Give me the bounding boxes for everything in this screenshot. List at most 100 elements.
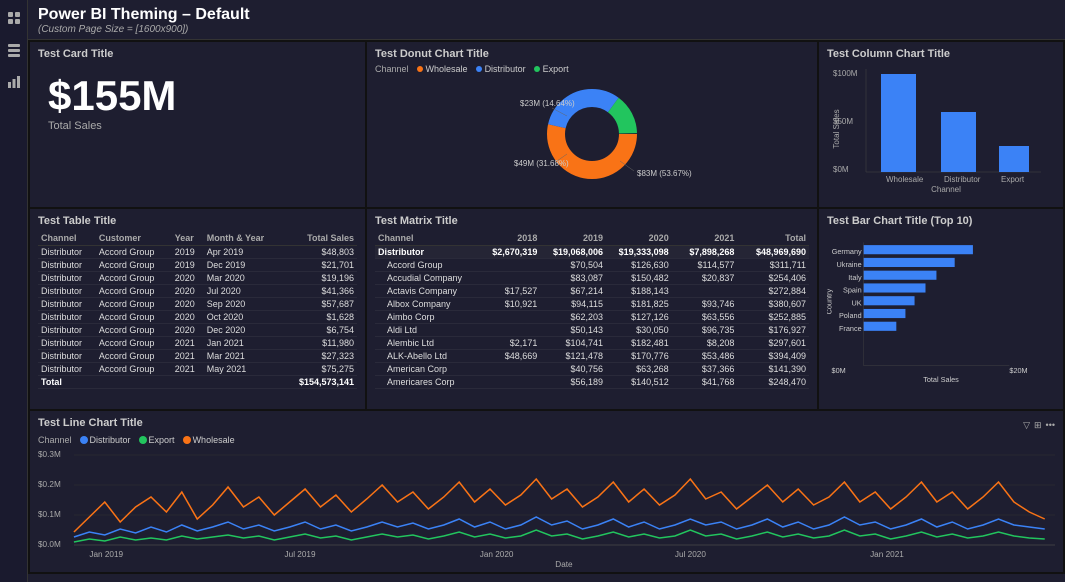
matrix-cell: $17,527: [481, 285, 541, 298]
table-cell: Distributor: [38, 311, 96, 324]
matrix-cell: Aldi Ltd: [375, 324, 481, 337]
matrix-cell: $63,556: [672, 311, 738, 324]
matrix-cell: $248,470: [737, 376, 809, 389]
legend-wholesale: Wholesale: [417, 64, 468, 74]
table-cell: Distributor: [38, 246, 96, 259]
matrix-title: Test Matrix Title: [375, 215, 809, 227]
bar-country-germany: Germany: [832, 247, 862, 256]
sidebar-icon-chart[interactable]: [4, 72, 24, 92]
matrix-col-header[interactable]: Total: [737, 231, 809, 246]
matrix-row: Alembic Ltd$2,171$104,741$182,481$8,208$…: [375, 337, 809, 350]
matrix-cell: $170,776: [606, 350, 672, 363]
donut-panel: Test Donut Chart Title Channel Wholesale…: [367, 42, 817, 207]
matrix-col-header[interactable]: 2018: [481, 231, 541, 246]
matrix-cell: $126,630: [606, 259, 672, 272]
matrix-cell: American Corp: [375, 363, 481, 376]
matrix-col-header[interactable]: 2019: [540, 231, 606, 246]
table-cell: Distributor: [38, 337, 96, 350]
table-cell: Accord Group: [96, 298, 172, 311]
line-dot-wholesale: [183, 436, 191, 444]
col-xlabel-wholesale: Wholesale: [886, 175, 924, 184]
matrix-cell: $252,885: [737, 311, 809, 324]
table-cell: $75,275: [282, 363, 357, 376]
table-cell: Accord Group: [96, 246, 172, 259]
table-cell: Mar 2021: [204, 350, 282, 363]
sidebar-icon-grid[interactable]: [4, 40, 24, 60]
table-row: DistributorAccord Group2021Jan 2021$11,9…: [38, 337, 357, 350]
filter-icon[interactable]: ▽: [1023, 420, 1030, 431]
expand-icon[interactable]: ⊞: [1034, 420, 1042, 431]
matrix-cell: [672, 285, 738, 298]
line-chart-svg: $0.3M $0.2M $0.1M $0.0M Jan 2019 Jul 201…: [38, 447, 1055, 567]
matrix-row: ALK-Abello Ltd$48,669$121,478$170,776$53…: [375, 350, 809, 363]
sidebar-icon-home[interactable]: [4, 8, 24, 28]
matrix-cell: $272,884: [737, 285, 809, 298]
col-xlabel-export: Export: [1001, 175, 1025, 184]
matrix-cell: $40,756: [540, 363, 606, 376]
table-cell: Dec 2019: [204, 259, 282, 272]
table-cell: Distributor: [38, 285, 96, 298]
matrix-col-header[interactable]: 2020: [606, 231, 672, 246]
matrix-cell: $10,921: [481, 298, 541, 311]
card-title: Test Card Title: [38, 48, 357, 60]
table-row: DistributorAccord Group2020Sep 2020$57,6…: [38, 298, 357, 311]
col-axis-title: Channel: [931, 185, 961, 194]
column-chart-svg: $100M $50M $0M Wholesale Distributor Exp…: [827, 64, 1055, 194]
table-row: DistributorAccord Group2021May 2021$75,2…: [38, 363, 357, 376]
matrix-cell: $62,203: [540, 311, 606, 324]
table-cell: Distributor: [38, 350, 96, 363]
table-cell: 2021: [172, 363, 204, 376]
more-icon[interactable]: •••: [1046, 420, 1055, 430]
matrix-cell: $8,208: [672, 337, 738, 350]
table-cell: Accord Group: [96, 272, 172, 285]
matrix-cell: $30,050: [606, 324, 672, 337]
matrix-cell: $297,601: [737, 337, 809, 350]
table-cell: 2019: [172, 259, 204, 272]
matrix-cell: $181,825: [606, 298, 672, 311]
table-cell: Distributor: [38, 363, 96, 376]
table-cell: Dec 2020: [204, 324, 282, 337]
bar-country-italy: Italy: [848, 273, 862, 282]
table-row: DistributorAccord Group2019Apr 2019$48,8…: [38, 246, 357, 259]
table-cell: Apr 2019: [204, 246, 282, 259]
donut-title: Test Donut Chart Title: [375, 48, 809, 60]
table-row: DistributorAccord Group2020Dec 2020$6,75…: [38, 324, 357, 337]
table-cell: Mar 2020: [204, 272, 282, 285]
matrix-cell: $121,478: [540, 350, 606, 363]
bar-x-axis-title: Total Sales: [923, 375, 959, 384]
col-header-channel[interactable]: Channel: [38, 231, 96, 246]
table-row: DistributorAccord Group2020Oct 2020$1,62…: [38, 311, 357, 324]
table-scroll[interactable]: Channel Customer Year Month & Year Total…: [38, 231, 357, 391]
matrix-cell: $127,126: [606, 311, 672, 324]
legend-label-wholesale: Wholesale: [426, 64, 468, 74]
table-panel: Test Table Title Channel Customer Year M…: [30, 209, 365, 409]
donut-label-wholesale: $83M (53.67%): [637, 169, 692, 178]
bar-title: Test Bar Chart Title (Top 10): [827, 215, 1055, 227]
matrix-cell: $94,115: [540, 298, 606, 311]
table-cell: Accord Group: [96, 311, 172, 324]
col-header-customer[interactable]: Customer: [96, 231, 172, 246]
matrix-row: Actavis Company$17,527$67,214$188,143$27…: [375, 285, 809, 298]
matrix-cell: $141,390: [737, 363, 809, 376]
table-row: DistributorAccord Group2019Dec 2019$21,7…: [38, 259, 357, 272]
legend-distributor: Distributor: [476, 64, 526, 74]
col-header-month[interactable]: Month & Year: [204, 231, 282, 246]
main-content: Power BI Theming – Default (Custom Page …: [28, 0, 1065, 582]
matrix-total-row: Total$9,014,267$60,068,924$60,246,192$25…: [375, 389, 809, 392]
col-header-sales[interactable]: Total Sales: [282, 231, 357, 246]
matrix-col-header[interactable]: 2021: [672, 231, 738, 246]
matrix-cell: $114,577: [672, 259, 738, 272]
bar-y-axis-title: Country: [827, 289, 834, 315]
line-dot-distributor: [80, 436, 88, 444]
matrix-scroll[interactable]: Channel2018201920202021Total Distributor…: [375, 231, 809, 391]
table-title: Test Table Title: [38, 215, 357, 227]
matrix-cell: [481, 363, 541, 376]
col-xlabel-distributor: Distributor: [944, 175, 981, 184]
table-cell: 2020: [172, 311, 204, 324]
donut-svg: $23M (14.64%) $83M (53.67%) $49M (31.68%…: [482, 76, 702, 191]
col-header-year[interactable]: Year: [172, 231, 204, 246]
matrix-cell: $41,768: [672, 376, 738, 389]
table-row: DistributorAccord Group2020Jul 2020$41,3…: [38, 285, 357, 298]
matrix-col-header[interactable]: Channel: [375, 231, 481, 246]
matrix-row: American Corp$40,756$63,268$37,366$141,3…: [375, 363, 809, 376]
